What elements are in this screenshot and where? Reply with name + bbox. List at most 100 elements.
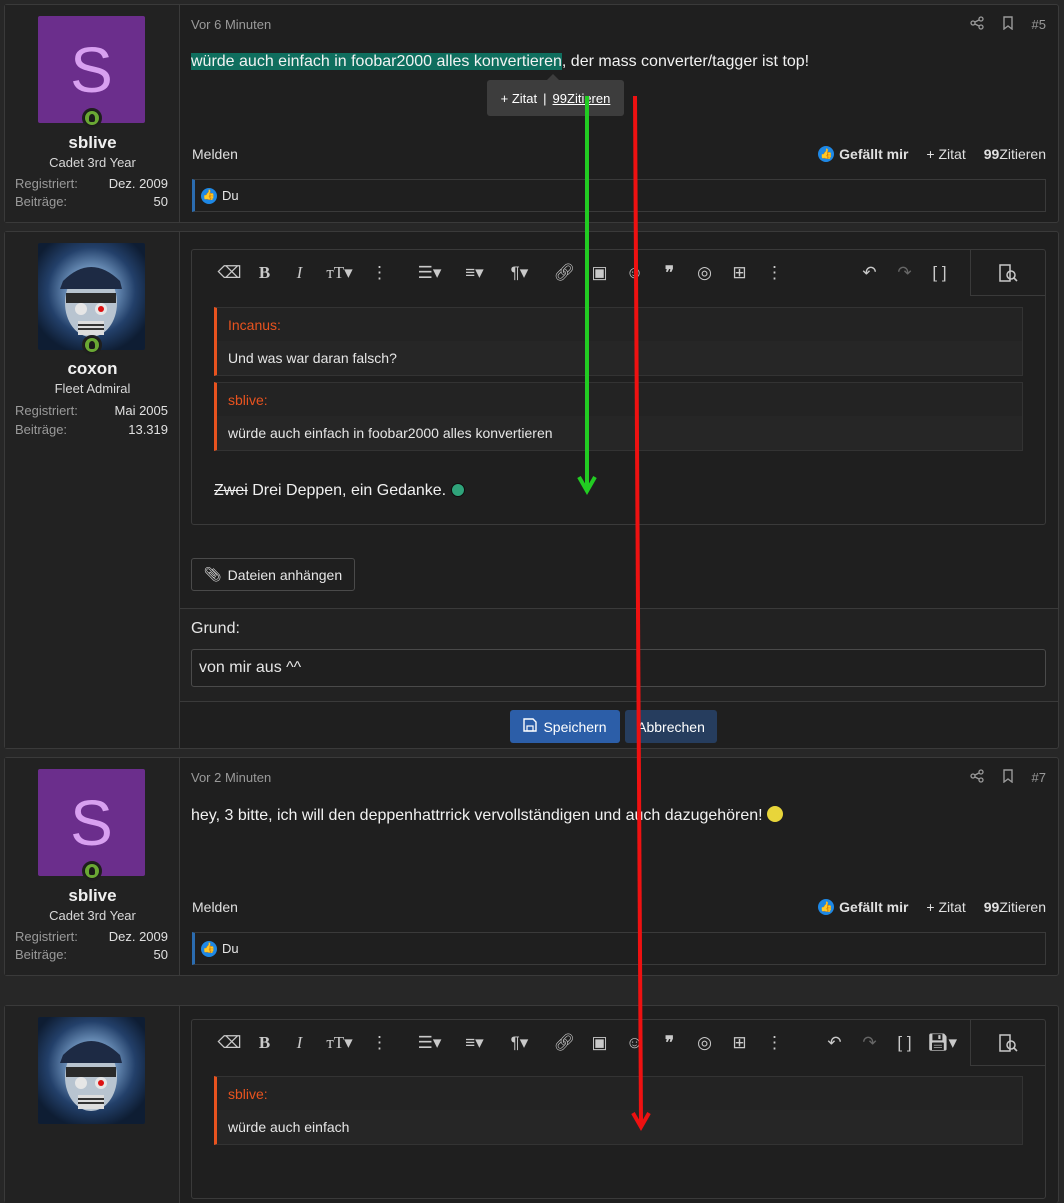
spoiler-icon[interactable]: ◎ (687, 263, 722, 283)
reason-input[interactable]: von mir aus ^^ (191, 649, 1046, 687)
share-icon[interactable] (969, 16, 984, 33)
user-column (5, 1006, 180, 1203)
preview-icon[interactable] (970, 1020, 1045, 1066)
attach-files-button[interactable]: 📎︎ Dateien anhängen (191, 558, 355, 591)
like-icon: 👍 (201, 187, 217, 204)
like-icon: 👍 (818, 146, 835, 162)
avatar[interactable] (38, 1017, 145, 1124)
more-icon[interactable]: ⋮ (757, 263, 792, 283)
username[interactable]: coxon (5, 359, 180, 379)
preview-icon[interactable] (970, 250, 1045, 296)
image-icon[interactable]: ▣ (582, 263, 617, 283)
cancel-button[interactable]: Abbrechen (625, 710, 717, 743)
report-link[interactable]: Melden (192, 146, 238, 162)
redo-icon[interactable]: ↷ (887, 263, 922, 283)
quote-button[interactable]: + Zitat (926, 146, 965, 162)
undo-icon[interactable]: ↶ (817, 1033, 852, 1053)
link-icon[interactable]: 🔗︎ (547, 263, 582, 283)
user-title: Cadet 3rd Year (49, 908, 136, 923)
avatar[interactable]: S (38, 769, 145, 876)
user-column: S sblive Cadet 3rd Year Registriert: Dez.… (5, 758, 180, 975)
smiley-icon[interactable]: ☺ (617, 263, 652, 283)
text-size-icon[interactable]: тT▾ (317, 263, 362, 283)
bbcode-icon[interactable]: [ ] (887, 1033, 922, 1053)
strikethrough-text: Zwei (214, 482, 248, 499)
table-icon[interactable]: ⊞ (722, 263, 757, 283)
quote-author[interactable]: sblive: (217, 1077, 1022, 1110)
quote-icon: 99 (983, 146, 1000, 162)
bold-icon[interactable]: B (247, 1033, 282, 1053)
quote-icon: 99 (552, 90, 567, 106)
smiley-icon[interactable]: ☺ (617, 1033, 652, 1053)
selected-text: würde auch einfach in foobar2000 alles k… (191, 53, 562, 70)
post-number[interactable]: #5 (1032, 17, 1046, 32)
quote-text: würde auch einfach in foobar2000 alles k… (217, 416, 1022, 450)
post-number[interactable]: #7 (1032, 770, 1046, 785)
registered-stat: Registriert: Mai 2005 (15, 403, 168, 418)
edit-editor[interactable]: ⌫ B I тT▾ ⋮ ☰▾ ≡▾ ¶▾ 🔗︎ ▣ ☺ ❞ ◎ ⊞ ⋮ ↶ ↷ … (191, 249, 1046, 525)
quote-button[interactable]: + Zitat (926, 899, 965, 915)
like-button[interactable]: 👍 Gefällt mir (818, 146, 908, 162)
posts-stat: Beiträge: 50 (15, 947, 168, 962)
eraser-icon[interactable]: ⌫ (212, 263, 247, 283)
quote-author[interactable]: sblive: (217, 383, 1022, 416)
align-icon[interactable]: ≡▾ (452, 1033, 497, 1053)
bbcode-icon[interactable]: [ ] (922, 263, 957, 283)
share-icon[interactable] (969, 769, 984, 786)
list-icon[interactable]: ☰▾ (407, 263, 452, 283)
reply-editor[interactable]: ⌫ B I тT▾ ⋮ ☰▾ ≡▾ ¶▾ 🔗︎ ▣ ☺ ❞ ◎ ⊞ ⋮ ↶ ↷ … (191, 1019, 1046, 1199)
editor-toolbar: ⌫ B I тT▾ ⋮ ☰▾ ≡▾ ¶▾ 🔗︎ ▣ ☺ ❞ ◎ ⊞ ⋮ ↶ ↷ … (192, 250, 1045, 296)
like-button[interactable]: 👍 Gefällt mir (818, 899, 908, 915)
likes-bar[interactable]: 👍 Du (192, 179, 1046, 212)
quote-icon[interactable]: ❞ (652, 263, 687, 283)
editor-body-text[interactable]: Zwei Drei Deppen, ein Gedanke. (214, 482, 465, 500)
quote-icon[interactable]: ❞ (652, 1033, 687, 1053)
bold-icon[interactable]: B (247, 263, 282, 283)
emoji-icon (450, 483, 465, 497)
paperclip-icon: 📎︎ (203, 566, 222, 582)
report-link[interactable]: Melden (192, 899, 238, 915)
bookmark-icon[interactable] (1002, 769, 1014, 786)
post-time[interactable]: Vor 6 Minuten (191, 17, 271, 32)
more-icon[interactable]: ⋮ (362, 263, 397, 283)
popup-add-quote[interactable]: + Zitat (501, 91, 538, 106)
post-time[interactable]: Vor 2 Minuten (191, 770, 271, 785)
reply-box: ⌫ B I тT▾ ⋮ ☰▾ ≡▾ ¶▾ 🔗︎ ▣ ☺ ❞ ◎ ⊞ ⋮ ↶ ↷ … (4, 1005, 1059, 1203)
avatar[interactable] (38, 243, 145, 350)
reason-label: Grund: (191, 620, 240, 637)
more-icon[interactable]: ⋮ (362, 1033, 397, 1053)
quote-text: würde auch einfach (217, 1110, 1022, 1144)
eraser-icon[interactable]: ⌫ (212, 1033, 247, 1053)
reply-button[interactable]: 99Zitieren (984, 899, 1046, 915)
quote-author[interactable]: Incanus: (217, 308, 1022, 341)
quote-text: Und was war daran falsch? (217, 341, 1022, 375)
link-icon[interactable]: 🔗︎ (547, 1033, 582, 1053)
redo-icon[interactable]: ↷ (852, 1033, 887, 1053)
username[interactable]: sblive (5, 886, 180, 906)
bookmark-icon[interactable] (1002, 16, 1014, 33)
user-column: S sblive Cadet 3rd Year Registriert: Dez.… (5, 5, 180, 222)
avatar[interactable]: S (38, 16, 145, 123)
undo-icon[interactable]: ↶ (852, 263, 887, 283)
editor-toolbar: ⌫ B I тT▾ ⋮ ☰▾ ≡▾ ¶▾ 🔗︎ ▣ ☺ ❞ ◎ ⊞ ⋮ ↶ ↷ … (192, 1020, 1045, 1066)
image-icon[interactable]: ▣ (582, 1033, 617, 1053)
list-icon[interactable]: ☰▾ (407, 1033, 452, 1053)
italic-icon[interactable]: I (282, 263, 317, 283)
paragraph-icon[interactable]: ¶▾ (497, 1033, 542, 1053)
text-size-icon[interactable]: тT▾ (317, 1033, 362, 1053)
italic-icon[interactable]: I (282, 1033, 317, 1053)
posts-stat: Beiträge: 13.319 (15, 422, 168, 437)
avatar-robot-icon (60, 1041, 122, 1111)
popup-reply[interactable]: 99Zitieren (553, 91, 611, 106)
table-icon[interactable]: ⊞ (722, 1033, 757, 1053)
drafts-icon[interactable]: 💾︎▾ (922, 1033, 962, 1053)
paragraph-icon[interactable]: ¶▾ (497, 263, 542, 283)
spoiler-icon[interactable]: ◎ (687, 1033, 722, 1053)
username[interactable]: sblive (5, 133, 180, 153)
more-icon[interactable]: ⋮ (757, 1033, 792, 1053)
likes-bar[interactable]: 👍 Du (192, 932, 1046, 965)
popup-separator: | (543, 90, 547, 106)
reply-button[interactable]: 99Zitieren (984, 146, 1046, 162)
save-button[interactable]: Speichern (510, 710, 620, 743)
align-icon[interactable]: ≡▾ (452, 263, 497, 283)
